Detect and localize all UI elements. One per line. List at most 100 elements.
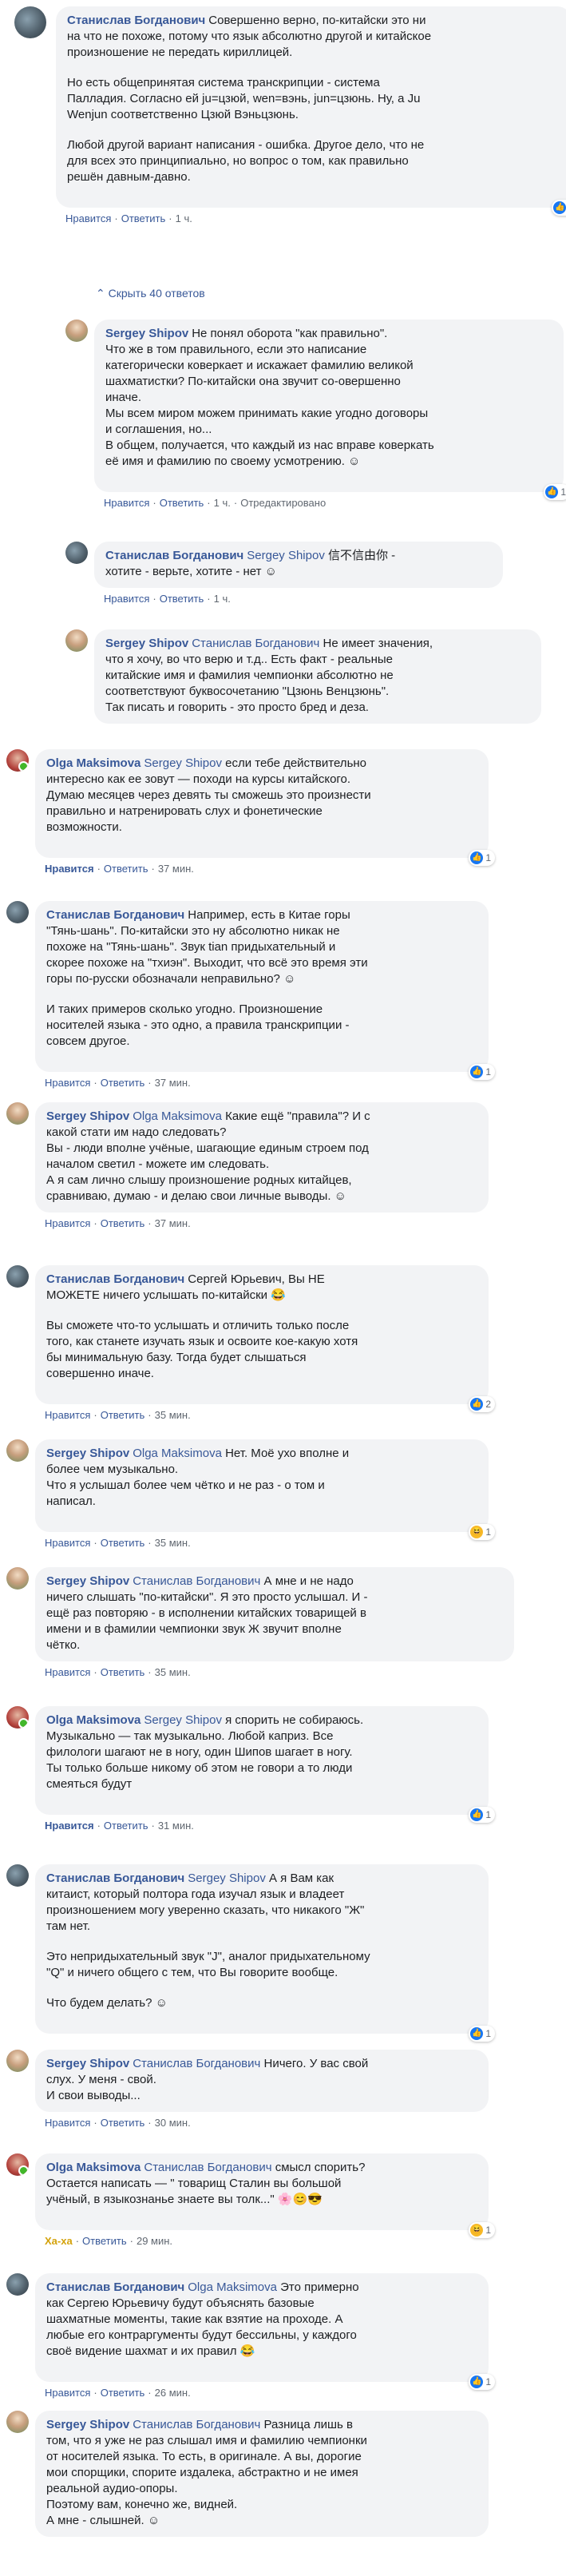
timestamp[interactable]: 37 мин. <box>158 863 194 875</box>
avatar[interactable] <box>6 1439 29 1462</box>
avatar[interactable] <box>65 542 88 564</box>
reaction-count[interactable]: 👍 1 <box>469 1064 495 1080</box>
reaction-count[interactable]: 👍 1 <box>469 1807 495 1823</box>
reply-button[interactable]: Ответить <box>101 1409 145 1421</box>
reply-button[interactable]: Ответить <box>121 212 166 224</box>
reply-button[interactable]: Ответить <box>104 863 148 875</box>
avatar[interactable] <box>14 6 46 38</box>
avatar[interactable] <box>6 2273 29 2296</box>
comment-mention[interactable]: Станислав Богданович <box>133 2057 260 2070</box>
comment-author[interactable]: Sergey Shipov <box>46 2057 129 2070</box>
timestamp[interactable]: 31 мин. <box>158 1820 194 1832</box>
comment-author[interactable]: Станислав Богданович <box>46 1272 184 1286</box>
comment-mention[interactable]: Станислав Богданович <box>192 637 319 650</box>
reply-button[interactable]: Ответить <box>101 1666 145 1678</box>
like-button[interactable]: Нравится <box>104 593 149 605</box>
comment-author[interactable]: Станислав Богданович <box>67 14 205 27</box>
like-button[interactable]: Нравится <box>45 1409 90 1421</box>
avatar[interactable] <box>6 1567 29 1590</box>
comment-author[interactable]: Станислав Богданович <box>46 2280 184 2294</box>
comment-mention[interactable]: Sergey Shipov <box>144 756 222 770</box>
avatar[interactable] <box>65 629 88 652</box>
comment-author[interactable]: Sergey Shipov <box>46 1109 129 1123</box>
timestamp[interactable]: 26 мин. <box>155 2387 191 2399</box>
reply-button[interactable]: Ответить <box>82 2235 127 2247</box>
timestamp[interactable]: 1 ч. <box>214 593 231 605</box>
timestamp[interactable]: 30 мин. <box>155 2117 191 2129</box>
hide-replies-link[interactable]: ⌃ Скрыть 40 ответов <box>0 281 205 305</box>
reaction-count[interactable]: 👍 1 <box>469 2374 495 2390</box>
avatar[interactable] <box>6 2153 29 2176</box>
reaction-count[interactable]: 👍 1 <box>544 484 566 500</box>
reaction-count[interactable]: 👍2 <box>469 1396 495 1412</box>
avatar[interactable] <box>6 1706 29 1729</box>
comment-mention[interactable]: Sergey Shipov <box>188 1871 266 1885</box>
comment-author[interactable]: Станислав Богданович <box>46 1871 184 1885</box>
reply-button[interactable]: Ответить <box>160 593 204 605</box>
avatar[interactable] <box>6 901 29 923</box>
reaction-count[interactable]: 👍 1 <box>469 2026 495 2042</box>
like-button[interactable]: Нравится <box>45 1217 90 1229</box>
timestamp[interactable]: 37 мин. <box>155 1077 191 1089</box>
timestamp[interactable]: 1 ч. <box>176 212 192 224</box>
reply-button[interactable]: Ответить <box>101 1217 145 1229</box>
comment-mention[interactable]: Sergey Shipov <box>247 549 325 562</box>
comment-author[interactable]: Olga Maksimova <box>46 2161 141 2174</box>
reply-button[interactable]: Ответить <box>104 1820 148 1832</box>
comment-text: китайские имя и фамилия чемпионки абсолю… <box>105 669 394 682</box>
like-button[interactable]: Нравится <box>45 863 94 875</box>
comment-author[interactable]: Sergey Shipov <box>46 1574 129 1588</box>
comment-mention[interactable]: Olga Maksimova <box>188 2280 277 2294</box>
reaction-count[interactable]: 😆 1 <box>469 2222 495 2238</box>
avatar[interactable] <box>6 1265 29 1288</box>
timestamp[interactable]: 1 ч. <box>214 497 231 509</box>
comment-author[interactable]: Olga Maksimova <box>46 1713 141 1727</box>
timestamp[interactable]: 35 мин. <box>155 1666 191 1678</box>
comment-text: скорее похоже на "тхиэн". Выходит, что в… <box>46 956 368 970</box>
comment-mention[interactable]: Sergey Shipov <box>144 1713 222 1727</box>
avatar[interactable] <box>6 749 29 772</box>
like-button[interactable]: Нравится <box>45 1077 90 1089</box>
comment-author[interactable]: Sergey Shipov <box>46 1447 129 1460</box>
comment-author[interactable]: Sergey Shipov <box>46 2418 129 2431</box>
comment-mention[interactable]: Станислав Богданович <box>133 1574 260 1588</box>
comment-mention[interactable]: Станислав Богданович <box>133 2418 260 2431</box>
avatar[interactable] <box>6 1864 29 1887</box>
avatar[interactable] <box>6 1102 29 1125</box>
comment-mention[interactable]: Olga Maksimova <box>133 1447 222 1460</box>
comment-author[interactable]: Sergey Shipov <box>105 327 188 340</box>
reaction-count[interactable]: 👍 1 <box>469 850 495 866</box>
comment-line: том, что я уже не раз слышал имя и фамил… <box>46 2433 477 2449</box>
reply-button[interactable]: Ответить <box>101 2387 145 2399</box>
timestamp[interactable]: 37 мин. <box>155 1217 191 1229</box>
timestamp[interactable]: 35 мин. <box>155 1409 191 1421</box>
comment-author[interactable]: Sergey Shipov <box>105 637 188 650</box>
like-button[interactable]: Нравится <box>45 1537 90 1549</box>
avatar[interactable] <box>6 2050 29 2072</box>
like-button[interactable]: Нравится <box>45 1820 94 1832</box>
reply-button[interactable]: Ответить <box>101 2117 145 2129</box>
reply-button[interactable]: Ответить <box>101 1537 145 1549</box>
timestamp[interactable]: 29 мин. <box>137 2235 172 2247</box>
comment-text: и соглашения, но... <box>105 423 212 436</box>
comment-mention[interactable]: Станислав Богданович <box>144 2161 271 2174</box>
timestamp[interactable]: 35 мин. <box>155 1537 191 1549</box>
reply-button[interactable]: Ответить <box>101 1077 145 1089</box>
comment-author[interactable]: Станислав Богданович <box>46 908 184 922</box>
like-button[interactable]: Нравится <box>45 1666 90 1678</box>
like-button[interactable]: Нравится <box>45 2117 90 2129</box>
like-button[interactable]: Нравится <box>45 2387 90 2399</box>
like-button[interactable]: Нравится <box>65 212 111 224</box>
reply-button[interactable]: Ответить <box>160 497 204 509</box>
like-button[interactable]: Ха-ха <box>45 2235 73 2247</box>
avatar[interactable] <box>6 2411 29 2433</box>
reaction-number: 1 <box>485 1809 491 1820</box>
comment-mention[interactable]: Olga Maksimova <box>133 1109 222 1123</box>
comment-author[interactable]: Станислав Богданович <box>105 549 243 562</box>
edited-label[interactable]: Отредактировано <box>240 497 326 509</box>
reaction-count[interactable]: 👍2 <box>552 200 566 216</box>
like-button[interactable]: Нравится <box>104 497 149 509</box>
reaction-count[interactable]: 😆 1 <box>469 1524 495 1540</box>
comment-author[interactable]: Olga Maksimova <box>46 756 141 770</box>
avatar[interactable] <box>65 320 88 342</box>
